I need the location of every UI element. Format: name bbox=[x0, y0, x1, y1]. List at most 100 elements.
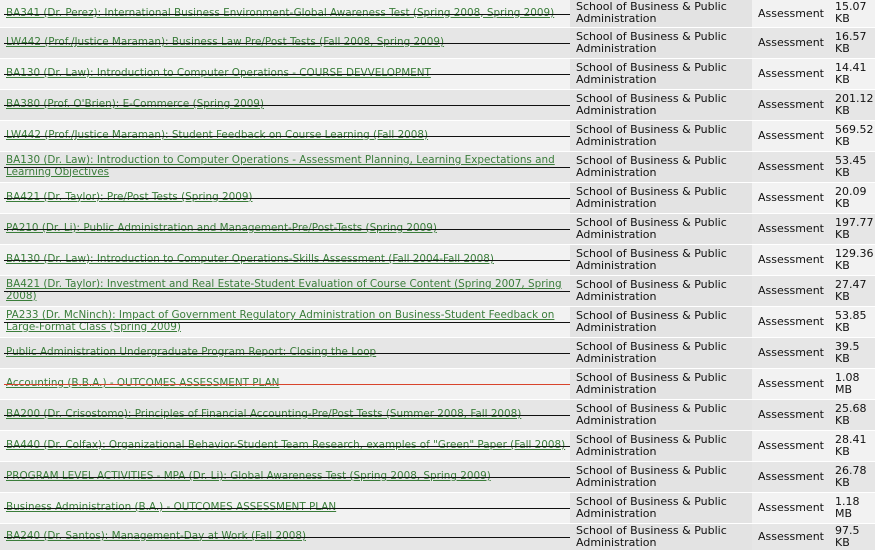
school-cell: School of Business & Public Administrati… bbox=[570, 0, 752, 28]
document-link[interactable]: BA341 (Dr. Perez): International Busines… bbox=[6, 7, 566, 20]
title-cell: Accounting (B.B.A.) - OUTCOMES ASSESSMEN… bbox=[0, 368, 570, 400]
table-row: BA130 (Dr. Law): Introduction to Compute… bbox=[0, 151, 875, 183]
table-row: BA341 (Dr. Perez): International Busines… bbox=[0, 0, 875, 28]
table-row: PA210 (Dr. Li): Public Administration an… bbox=[0, 213, 875, 245]
school-cell: School of Business & Public Administrati… bbox=[570, 461, 752, 493]
type-cell: Assessment bbox=[752, 89, 829, 121]
type-cell: Assessment bbox=[752, 461, 829, 493]
type-cell: Assessment bbox=[752, 27, 829, 59]
type-cell: Assessment bbox=[752, 275, 829, 307]
document-link[interactable]: BA130 (Dr. Law): Introduction to Compute… bbox=[6, 154, 566, 178]
title-cell: PA233 (Dr. McNinch): Impact of Governmen… bbox=[0, 306, 570, 338]
title-cell: BA130 (Dr. Law): Introduction to Compute… bbox=[0, 151, 570, 183]
size-cell: 1.18 MB bbox=[829, 492, 875, 524]
size-cell: 201.12 KB bbox=[829, 89, 875, 121]
table-row: BA130 (Dr. Law): Introduction to Compute… bbox=[0, 58, 875, 90]
document-link[interactable]: BA130 (Dr. Law): Introduction to Compute… bbox=[6, 253, 566, 266]
title-cell: BA130 (Dr. Law): Introduction to Compute… bbox=[0, 244, 570, 276]
school-cell: School of Business & Public Administrati… bbox=[570, 523, 752, 551]
document-link[interactable]: BA130 (Dr. Law): Introduction to Compute… bbox=[6, 67, 566, 80]
table-row: BA421 (Dr. Taylor): Investment and Real … bbox=[0, 275, 875, 307]
document-link[interactable]: BA421 (Dr. Taylor): Pre/Post Tests (Spri… bbox=[6, 191, 566, 204]
size-cell: 16.57 KB bbox=[829, 27, 875, 59]
school-cell: School of Business & Public Administrati… bbox=[570, 337, 752, 369]
type-cell: Assessment bbox=[752, 368, 829, 400]
title-cell: BA380 (Prof. O'Brien): E-Commerce (Sprin… bbox=[0, 89, 570, 121]
table-row: PA233 (Dr. McNinch): Impact of Governmen… bbox=[0, 306, 875, 338]
table-row: BA130 (Dr. Law): Introduction to Compute… bbox=[0, 244, 875, 276]
size-cell: 27.47 KB bbox=[829, 275, 875, 307]
document-link[interactable]: PA210 (Dr. Li): Public Administration an… bbox=[6, 222, 566, 235]
title-cell: Business Administration (B.A.) - OUTCOME… bbox=[0, 492, 570, 524]
title-cell: LW442 (Prof./Justice Maraman): Business … bbox=[0, 27, 570, 59]
type-cell: Assessment bbox=[752, 120, 829, 152]
document-link[interactable]: Business Administration (B.A.) - OUTCOME… bbox=[6, 501, 566, 514]
title-cell: PA210 (Dr. Li): Public Administration an… bbox=[0, 213, 570, 245]
table-row: LW442 (Prof./Justice Maraman): Business … bbox=[0, 27, 875, 59]
table-row: BA240 (Dr. Santos): Management-Day at Wo… bbox=[0, 523, 875, 551]
document-link[interactable]: LW442 (Prof./Justice Maraman): Business … bbox=[6, 36, 566, 49]
document-link[interactable]: Public Administration Undergraduate Prog… bbox=[6, 346, 566, 359]
type-cell: Assessment bbox=[752, 492, 829, 524]
title-cell: PROGRAM LEVEL ACTIVITIES - MPA (Dr. Li):… bbox=[0, 461, 570, 493]
school-cell: School of Business & Public Administrati… bbox=[570, 27, 752, 59]
document-link[interactable]: BA421 (Dr. Taylor): Investment and Real … bbox=[6, 278, 566, 302]
table-row: BA380 (Prof. O'Brien): E-Commerce (Sprin… bbox=[0, 89, 875, 121]
title-cell: BA130 (Dr. Law): Introduction to Compute… bbox=[0, 58, 570, 90]
type-cell: Assessment bbox=[752, 244, 829, 276]
title-cell: BA240 (Dr. Santos): Management-Day at Wo… bbox=[0, 523, 570, 551]
table-row: Accounting (B.B.A.) - OUTCOMES ASSESSMEN… bbox=[0, 368, 875, 400]
size-cell: 129.36 KB bbox=[829, 244, 875, 276]
school-cell: School of Business & Public Administrati… bbox=[570, 368, 752, 400]
type-cell: Assessment bbox=[752, 430, 829, 462]
title-cell: BA421 (Dr. Taylor): Investment and Real … bbox=[0, 275, 570, 307]
school-cell: School of Business & Public Administrati… bbox=[570, 213, 752, 245]
school-cell: School of Business & Public Administrati… bbox=[570, 492, 752, 524]
document-link[interactable]: PA233 (Dr. McNinch): Impact of Governmen… bbox=[6, 309, 566, 333]
school-cell: School of Business & Public Administrati… bbox=[570, 151, 752, 183]
size-cell: 53.45 KB bbox=[829, 151, 875, 183]
document-link[interactable]: PROGRAM LEVEL ACTIVITIES - MPA (Dr. Li):… bbox=[6, 470, 566, 483]
table-row: Public Administration Undergraduate Prog… bbox=[0, 337, 875, 369]
document-link[interactable]: LW442 (Prof./Justice Maraman): Student F… bbox=[6, 129, 566, 142]
type-cell: Assessment bbox=[752, 213, 829, 245]
school-cell: School of Business & Public Administrati… bbox=[570, 306, 752, 338]
size-cell: 20.09 KB bbox=[829, 182, 875, 214]
size-cell: 15.07 KB bbox=[829, 0, 875, 28]
title-cell: LW442 (Prof./Justice Maraman): Student F… bbox=[0, 120, 570, 152]
type-cell: Assessment bbox=[752, 399, 829, 431]
document-link[interactable]: Accounting (B.B.A.) - OUTCOMES ASSESSMEN… bbox=[6, 377, 566, 390]
type-cell: Assessment bbox=[752, 306, 829, 338]
school-cell: School of Business & Public Administrati… bbox=[570, 275, 752, 307]
school-cell: School of Business & Public Administrati… bbox=[570, 430, 752, 462]
table-row: Business Administration (B.A.) - OUTCOME… bbox=[0, 492, 875, 524]
table-row: LW442 (Prof./Justice Maraman): Student F… bbox=[0, 120, 875, 152]
size-cell: 14.41 KB bbox=[829, 58, 875, 90]
document-link[interactable]: BA200 (Dr. Crisostomo): Principles of Fi… bbox=[6, 408, 566, 421]
title-cell: BA421 (Dr. Taylor): Pre/Post Tests (Spri… bbox=[0, 182, 570, 214]
type-cell: Assessment bbox=[752, 182, 829, 214]
type-cell: Assessment bbox=[752, 0, 829, 28]
table-row: BA200 (Dr. Crisostomo): Principles of Fi… bbox=[0, 399, 875, 431]
size-cell: 28.41 KB bbox=[829, 430, 875, 462]
title-cell: Public Administration Undergraduate Prog… bbox=[0, 337, 570, 369]
type-cell: Assessment bbox=[752, 337, 829, 369]
type-cell: Assessment bbox=[752, 523, 829, 551]
table-row: BA440 (Dr. Colfax): Organizational Behav… bbox=[0, 430, 875, 462]
school-cell: School of Business & Public Administrati… bbox=[570, 244, 752, 276]
table-row: BA421 (Dr. Taylor): Pre/Post Tests (Spri… bbox=[0, 182, 875, 214]
title-cell: BA440 (Dr. Colfax): Organizational Behav… bbox=[0, 430, 570, 462]
size-cell: 1.08 MB bbox=[829, 368, 875, 400]
title-cell: BA341 (Dr. Perez): International Busines… bbox=[0, 0, 570, 28]
document-link[interactable]: BA380 (Prof. O'Brien): E-Commerce (Sprin… bbox=[6, 98, 566, 111]
size-cell: 26.78 KB bbox=[829, 461, 875, 493]
document-link[interactable]: BA440 (Dr. Colfax): Organizational Behav… bbox=[6, 439, 566, 452]
documents-table: BA341 (Dr. Perez): International Busines… bbox=[0, 0, 875, 551]
documents-table-body: BA341 (Dr. Perez): International Busines… bbox=[0, 0, 875, 551]
size-cell: 53.85 KB bbox=[829, 306, 875, 338]
size-cell: 97.5 KB bbox=[829, 523, 875, 551]
size-cell: 39.5 KB bbox=[829, 337, 875, 369]
school-cell: School of Business & Public Administrati… bbox=[570, 89, 752, 121]
document-link[interactable]: BA240 (Dr. Santos): Management-Day at Wo… bbox=[6, 530, 566, 543]
type-cell: Assessment bbox=[752, 151, 829, 183]
